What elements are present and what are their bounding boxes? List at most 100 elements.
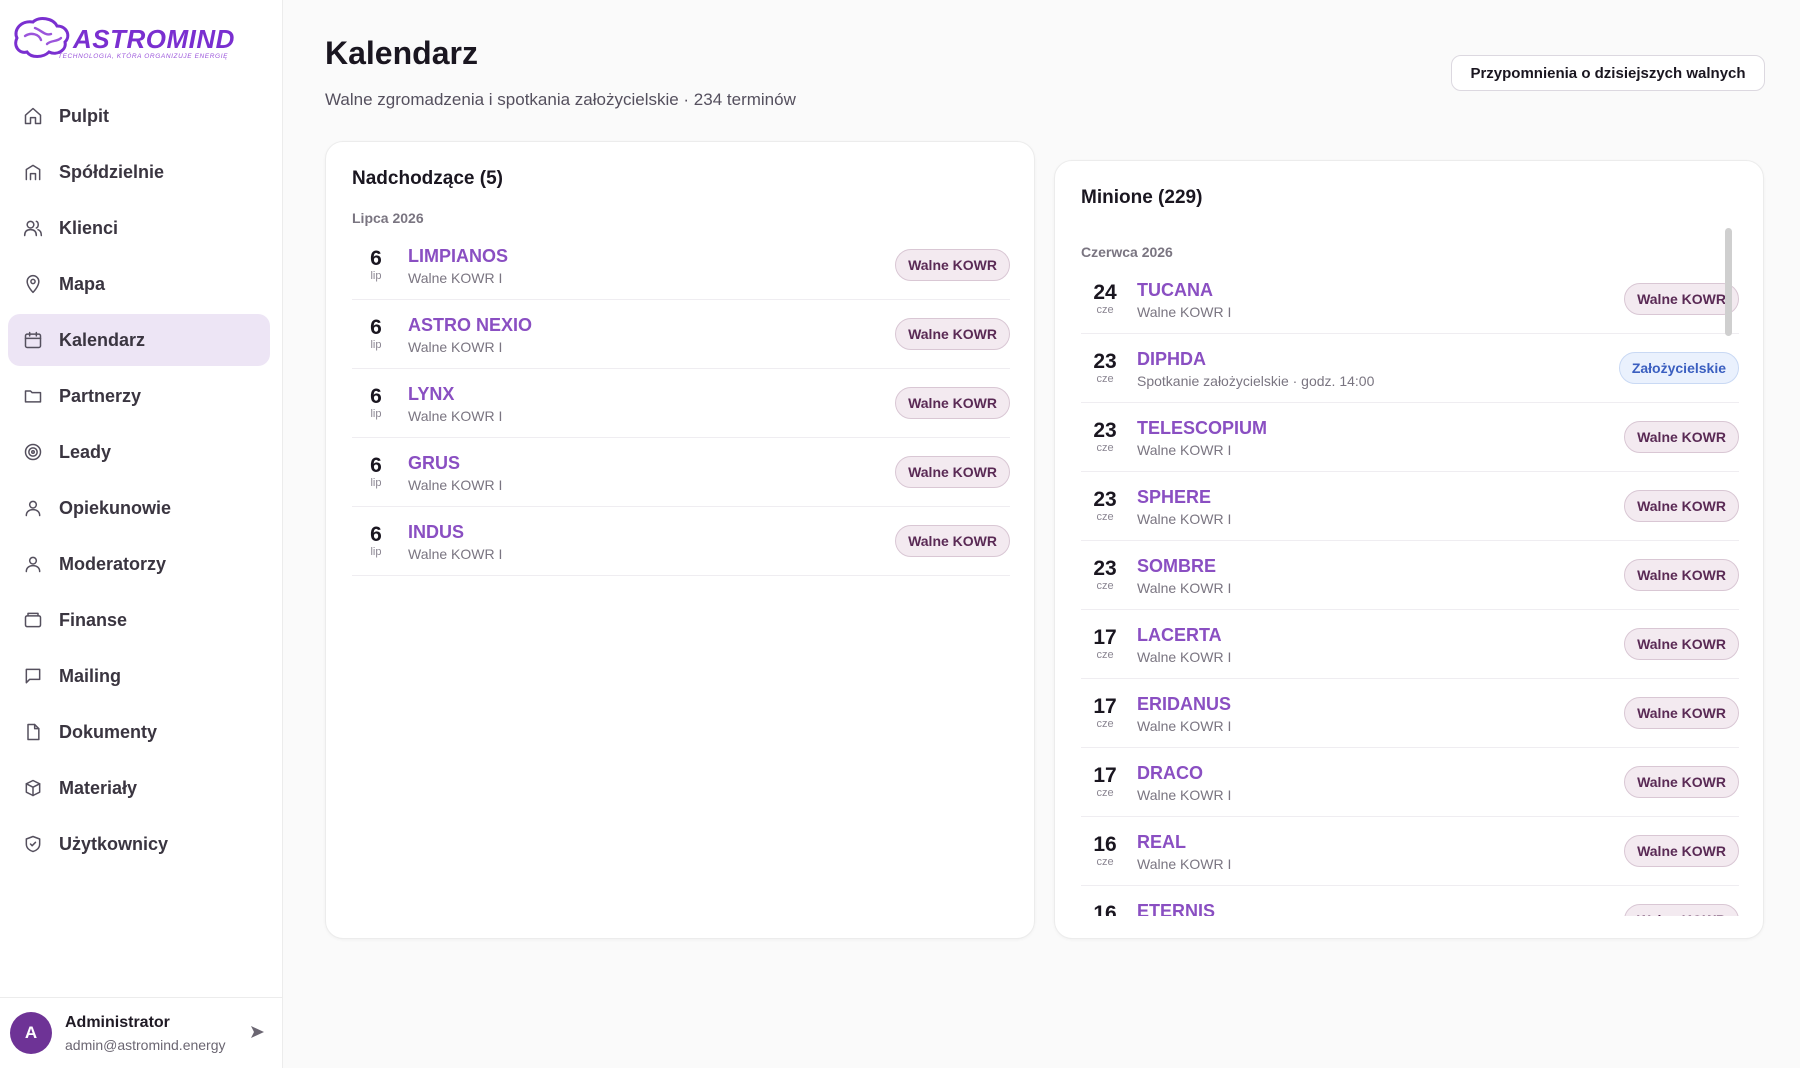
event-day: 23	[1093, 488, 1117, 511]
event-name-link[interactable]: INDUS	[408, 521, 502, 543]
sidebar-item-leady[interactable]: Leady	[8, 426, 270, 478]
event-name-link[interactable]: TUCANA	[1137, 279, 1231, 301]
sidebar-item-partnerzy[interactable]: Partnerzy	[8, 370, 270, 422]
event-type-badge: Walne KOWR	[1624, 835, 1739, 867]
event-month: cze	[1096, 856, 1114, 868]
event-date: 17 cze	[1081, 696, 1129, 731]
event-row[interactable]: 23 cze TELESCOPIUM Walne KOWR I Walne KOWR	[1081, 403, 1739, 472]
event-info: INDUS Walne KOWR I	[408, 521, 502, 562]
event-row[interactable]: 16cze ETERNISWalne KOWR I Walne KOWR	[1081, 886, 1739, 916]
event-info: DRACO Walne KOWR I	[1137, 762, 1231, 803]
event-day: 24	[1093, 281, 1117, 304]
event-name-link[interactable]: GRUS	[408, 452, 502, 474]
sidebar-item-materialy[interactable]: Materiały	[8, 762, 270, 814]
sidebar: ASTROMIND TECHNOLOGIA, KTÓRA ORGANIZUJE …	[0, 0, 283, 1068]
event-name-link[interactable]: DIPHDA	[1137, 348, 1374, 370]
event-type-badge: Walne KOWR	[1624, 766, 1739, 798]
upcoming-title: Nadchodzące (5)	[352, 168, 503, 189]
home-icon	[23, 106, 43, 126]
sidebar-item-kalendarz[interactable]: Kalendarz	[8, 314, 270, 366]
event-month: lip	[370, 477, 382, 489]
sidebar-nav: Pulpit Spółdzielnie Klienci Mapa Kalenda…	[8, 90, 270, 874]
event-name-link[interactable]: LACERTA	[1137, 624, 1231, 646]
event-name-link[interactable]: REAL	[1137, 831, 1231, 853]
event-row[interactable]: 6 lip LIMPIANOS Walne KOWR I Walne KOWR	[352, 231, 1010, 300]
sidebar-item-mapa[interactable]: Mapa	[8, 258, 270, 310]
shield-icon	[23, 834, 43, 854]
past-list-scrollbar[interactable]	[1725, 228, 1732, 336]
reminders-button[interactable]: Przypomnienia o dzisiejszych walnych	[1451, 55, 1765, 91]
event-row[interactable]: 6 lip ASTRO NEXIO Walne KOWR I Walne KOWR	[352, 300, 1010, 369]
sidebar-item-finanse[interactable]: Finanse	[8, 594, 270, 646]
event-row[interactable]: 23 cze SOMBRE Walne KOWR I Walne KOWR	[1081, 541, 1739, 610]
event-type-badge: Walne KOWR	[895, 318, 1010, 350]
event-name-link[interactable]: LYNX	[408, 383, 502, 405]
event-day: 23	[1093, 557, 1117, 580]
sidebar-item-moderatorzy[interactable]: Moderatorzy	[8, 538, 270, 590]
event-name-link[interactable]: ETERNIS	[1137, 900, 1231, 917]
event-date: 23 cze	[1081, 419, 1129, 455]
event-name-link[interactable]: ASTRO NEXIO	[408, 314, 532, 336]
event-info: SOMBRE Walne KOWR I	[1137, 555, 1231, 596]
event-description: Walne KOWR I	[1137, 579, 1232, 596]
sidebar-item-spoldzielnie[interactable]: Spółdzielnie	[8, 146, 270, 198]
event-day: 23	[1093, 419, 1117, 442]
event-row[interactable]: 24 cze TUCANA Walne KOWR I Walne KOWR	[1081, 265, 1739, 334]
event-name-link[interactable]: SPHERE	[1137, 486, 1231, 508]
brand-logo[interactable]: ASTROMIND TECHNOLOGIA, KTÓRA ORGANIZUJE …	[11, 16, 234, 64]
sidebar-item-klienci[interactable]: Klienci	[8, 202, 270, 254]
event-month: cze	[1096, 580, 1114, 592]
sidebar-item-dokumenty[interactable]: Dokumenty	[8, 706, 270, 758]
event-name-link[interactable]: ERIDANUS	[1137, 693, 1231, 715]
event-description: Walne KOWR I	[1137, 510, 1232, 527]
event-row[interactable]: 17 cze ERIDANUS Walne KOWR I Walne KOWR	[1081, 679, 1739, 748]
event-info: REAL Walne KOWR I	[1137, 831, 1231, 872]
event-name-link[interactable]: LIMPIANOS	[408, 245, 508, 267]
event-name-link[interactable]: TELESCOPIUM	[1137, 417, 1267, 439]
event-row[interactable]: 17 cze DRACO Walne KOWR I Walne KOWR	[1081, 748, 1739, 817]
sidebar-item-label: Kalendarz	[59, 329, 146, 350]
event-month: cze	[1096, 787, 1114, 799]
event-month: lip	[370, 408, 382, 420]
sidebar-item-pulpit[interactable]: Pulpit	[8, 90, 270, 142]
sidebar-item-opiekunowie[interactable]: Opiekunowie	[8, 482, 270, 534]
target-icon	[23, 442, 43, 462]
logout-icon[interactable]	[249, 1024, 265, 1040]
message-icon	[23, 666, 43, 686]
sidebar-item-label: Moderatorzy	[59, 553, 167, 574]
event-name-link[interactable]: DRACO	[1137, 762, 1231, 784]
event-name-link[interactable]: SOMBRE	[1137, 555, 1231, 577]
upcoming-events-card: Nadchodzące (5) Lipca 2026 6 lip LIMPIANOS…	[325, 141, 1035, 939]
sidebar-item-label: Pulpit	[59, 105, 109, 126]
event-date: 6 lip	[352, 524, 400, 559]
past-list-scroll[interactable]: Czerwca 2026 24 cze TUCANA Walne KOWR I Waln…	[1081, 226, 1739, 916]
event-day: 6	[370, 316, 382, 339]
box-icon	[23, 778, 43, 798]
event-row[interactable]: 23 cze DIPHDA Spotkanie założycielskie · go…	[1081, 334, 1739, 403]
event-type-badge: Walne KOWR	[1624, 559, 1739, 591]
event-row[interactable]: 16 cze REAL Walne KOWR I Walne KOWR	[1081, 817, 1739, 886]
event-day: 6	[370, 454, 382, 477]
folder-icon	[23, 386, 43, 406]
event-date: 24 cze	[1081, 281, 1129, 317]
event-info: DIPHDA Spotkanie założycielskie · godz. 1…	[1137, 348, 1374, 389]
event-row[interactable]: 6 lip INDUS Walne KOWR I Walne KOWR	[352, 507, 1010, 576]
sidebar-item-label: Użytkownicy	[59, 833, 169, 854]
event-date: 6 lip	[352, 386, 400, 421]
event-info: TELESCOPIUM Walne KOWR I	[1137, 417, 1267, 458]
user-profile[interactable]: A Administrator admin@astromind.energy	[0, 997, 283, 1068]
event-row[interactable]: 6 lip GRUS Walne KOWR I Walne KOWR	[352, 438, 1010, 507]
brand-tagline: TECHNOLOGIA, KTÓRA ORGANIZUJE ENERGIĘ	[58, 53, 229, 60]
wallet-icon	[23, 610, 43, 630]
event-row[interactable]: 17 cze LACERTA Walne KOWR I Walne KOWR	[1081, 610, 1739, 679]
event-type-badge: Walne KOWR	[895, 249, 1010, 281]
event-month: cze	[1096, 304, 1114, 316]
event-date: 6 lip	[352, 316, 400, 352]
calendar-icon	[23, 330, 43, 350]
sidebar-item-mailing[interactable]: Mailing	[8, 650, 270, 702]
event-date: 16cze	[1081, 903, 1129, 917]
event-row[interactable]: 23 cze SPHERE Walne KOWR I Walne KOWR	[1081, 472, 1739, 541]
sidebar-item-uzytkownicy[interactable]: Użytkownicy	[8, 818, 270, 870]
sidebar-item-label: Materiały	[59, 777, 138, 798]
event-row[interactable]: 6 lip LYNX Walne KOWR I Walne KOWR	[352, 369, 1010, 438]
